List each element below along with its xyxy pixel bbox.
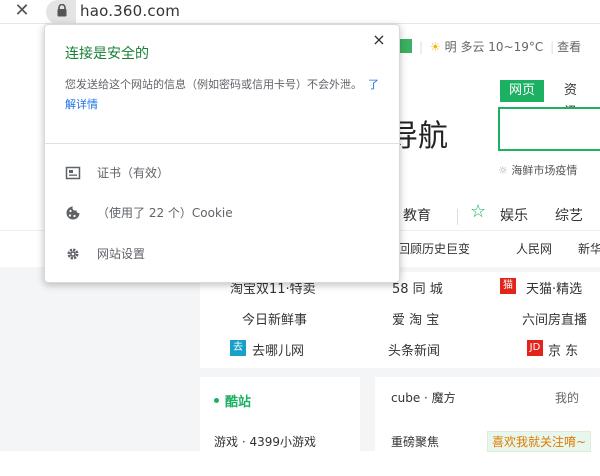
cookie-icon xyxy=(66,206,80,220)
site-settings-item[interactable]: 网站设置 xyxy=(45,234,399,274)
category-entertainment[interactable]: 娱乐 xyxy=(500,205,528,225)
news-link[interactable]: 新华 xyxy=(578,240,600,257)
site-link[interactable]: 头条新闻 xyxy=(388,340,440,359)
site-link[interactable]: 58 同 城 xyxy=(392,278,443,297)
search-input[interactable] xyxy=(498,107,600,151)
site-settings-label: 网站设置 xyxy=(97,247,146,261)
divider xyxy=(45,143,399,144)
panel-link[interactable]: 游戏 · 4399小游戏 xyxy=(214,433,316,450)
gear-icon xyxy=(67,248,79,260)
qunar-icon: 去 xyxy=(230,340,246,356)
star-icon: ☆ xyxy=(470,201,487,222)
panel-link[interactable]: 重磅聚焦 xyxy=(391,433,439,450)
cookie-label: （使用了 22 个）Cookie xyxy=(97,206,233,220)
news-link[interactable]: 人民网 xyxy=(516,240,552,257)
hot-icon: ☼ xyxy=(498,164,508,177)
certificate-item[interactable]: 证书（有效） xyxy=(45,153,399,193)
site-link[interactable]: 天猫·精选 xyxy=(526,278,582,297)
promo-badge[interactable]: 喜欢我就关注唷~ xyxy=(487,431,592,452)
news-link[interactable]: 回顾历史巨变 xyxy=(398,240,470,257)
tab-web[interactable]: 网页 xyxy=(500,80,544,102)
site-security-popup: × 连接是安全的 您发送给这个网站的信息（例如密码或信用卡号）不会外泄。 了解详情… xyxy=(44,24,400,283)
jd-icon: JD xyxy=(527,340,543,356)
hot-search-text: 海鲜市场疫情 xyxy=(511,164,578,177)
site-link[interactable]: 六间房直播 xyxy=(522,309,587,328)
badge-icon xyxy=(400,39,412,53)
tmall-icon: 猫 xyxy=(500,278,516,294)
site-link[interactable]: 今日新鲜事 xyxy=(242,309,307,328)
weather-widget[interactable]: | ☀ 明 多云 10~19°C | 查看 xyxy=(400,37,581,57)
hot-search-link[interactable]: ☼ 海鲜市场疫情 xyxy=(498,162,577,178)
weather-extra[interactable]: 查看 xyxy=(557,40,581,54)
category-variety[interactable]: 综艺 xyxy=(555,205,583,225)
site-link[interactable]: 京 东 xyxy=(548,340,578,359)
panel-title: 酷站 xyxy=(214,391,251,410)
right-panel: cube · 魔方 我的 重磅聚焦 喜欢我就关注唷~ xyxy=(375,377,600,476)
panel-link[interactable]: cube · 魔方 xyxy=(391,389,456,406)
famous-sites: 淘宝双11·特卖 58 同 城 猫 天猫·精选 今日新鲜事 爱 淘 宝 六间房直… xyxy=(200,272,600,368)
category-education[interactable]: 教育 xyxy=(403,205,431,225)
cookie-item[interactable]: （使用了 22 个）Cookie xyxy=(45,193,399,233)
cool-sites-panel: 酷站 游戏 · 4399小游戏 xyxy=(200,377,360,476)
connection-secure-heading: 连接是安全的 xyxy=(65,46,149,62)
url-text[interactable]: hao.360.com xyxy=(80,1,180,21)
certificate-icon xyxy=(65,166,81,180)
address-bar: ✕ hao.360.com xyxy=(0,0,600,24)
divider xyxy=(457,209,458,225)
certificate-label: 证书（有效） xyxy=(97,166,170,180)
site-info-button[interactable] xyxy=(46,0,76,24)
close-icon[interactable]: × xyxy=(369,30,389,50)
site-link[interactable]: 去哪儿网 xyxy=(252,340,304,359)
site-link[interactable]: 爱 淘 宝 xyxy=(392,309,439,328)
close-icon[interactable]: ✕ xyxy=(12,1,32,21)
lock-icon xyxy=(57,4,67,17)
security-description: 您发送给这个网站的信息（例如密码或信用卡号）不会外泄。 了解详情 xyxy=(65,78,379,111)
weather-icon: ☀ xyxy=(429,40,441,54)
panel-link[interactable]: 我的 xyxy=(555,389,579,406)
weather-text: 明 多云 10~19°C xyxy=(444,40,544,54)
